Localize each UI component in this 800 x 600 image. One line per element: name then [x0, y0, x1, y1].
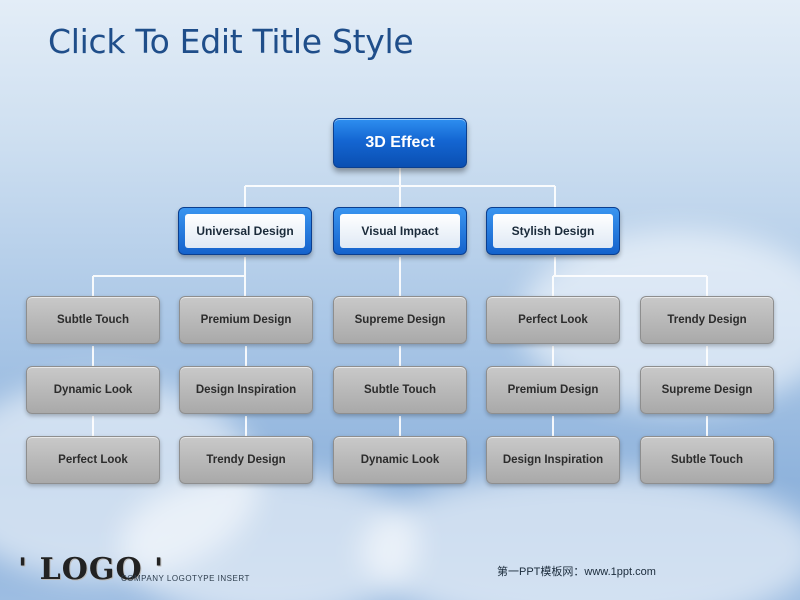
branch-label: Stylish Design — [493, 214, 613, 248]
leaf-node[interactable]: Trendy Design — [640, 296, 774, 344]
branch-label: Universal Design — [185, 214, 305, 248]
root-node[interactable]: 3D Effect — [333, 118, 467, 168]
leaf-node[interactable]: Perfect Look — [26, 436, 160, 484]
slide-canvas: Click To Edit Title Style 3D Effect Univ… — [0, 0, 800, 600]
leaf-node[interactable]: Premium Design — [486, 366, 620, 414]
branch-node-universal-design[interactable]: Universal Design — [178, 207, 312, 255]
leaf-node[interactable]: Premium Design — [179, 296, 313, 344]
logo-subtitle: COMPANY LOGOTYPE INSERT — [121, 574, 250, 583]
leaf-node[interactable]: Subtle Touch — [640, 436, 774, 484]
leaf-node[interactable]: Design Inspiration — [179, 366, 313, 414]
branch-label: Visual Impact — [340, 214, 460, 248]
leaf-node[interactable]: Design Inspiration — [486, 436, 620, 484]
leaf-node[interactable]: Supreme Design — [333, 296, 467, 344]
leaf-node[interactable]: Subtle Touch — [333, 366, 467, 414]
branch-node-stylish-design[interactable]: Stylish Design — [486, 207, 620, 255]
leaf-node[interactable]: Supreme Design — [640, 366, 774, 414]
leaf-node[interactable]: Dynamic Look — [26, 366, 160, 414]
branch-node-visual-impact[interactable]: Visual Impact — [333, 207, 467, 255]
leaf-node[interactable]: Perfect Look — [486, 296, 620, 344]
leaf-node[interactable]: Dynamic Look — [333, 436, 467, 484]
footer-text: 第一PPT模板网：www.1ppt.com — [497, 566, 656, 578]
leaf-node[interactable]: Trendy Design — [179, 436, 313, 484]
leaf-node[interactable]: Subtle Touch — [26, 296, 160, 344]
